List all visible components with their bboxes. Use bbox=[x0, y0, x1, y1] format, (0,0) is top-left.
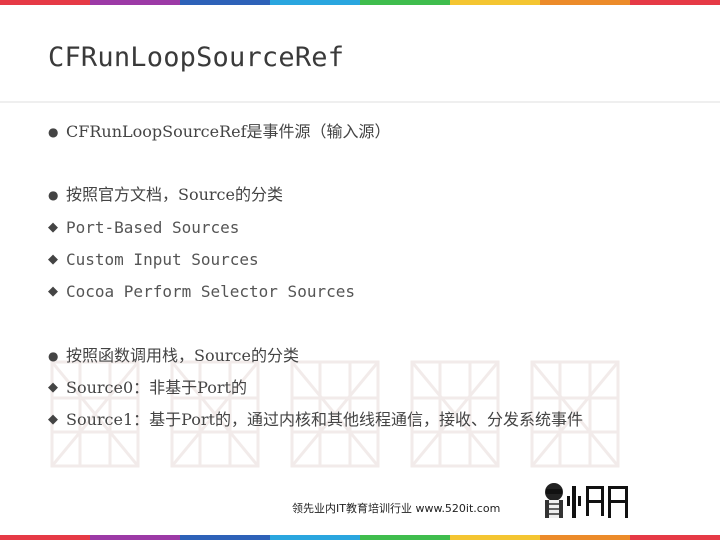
brand-logo bbox=[545, 483, 628, 518]
list-item-text: CFRunLoopSourceRef是事件源（输入源） bbox=[66, 122, 391, 141]
list-item-text: 按照官方文档，Source的分类 bbox=[66, 185, 283, 204]
stripe-segment bbox=[90, 0, 180, 5]
bullet-dot-icon: ● bbox=[48, 349, 59, 363]
bullet-diamond-icon: ◆ bbox=[48, 252, 58, 267]
stripe-segment bbox=[90, 535, 180, 540]
list-item: ◆ Cocoa Perform Selector Sources bbox=[48, 280, 355, 304]
stripe-segment bbox=[270, 0, 360, 5]
stripe-segment bbox=[630, 535, 720, 540]
list-item: ◆ Source1：基于Port的，通过内核和其他线程通信，接收、分发系统事件 bbox=[48, 408, 658, 432]
list-item-text: Cocoa Perform Selector Sources bbox=[66, 282, 355, 301]
bullet-dot-icon: ● bbox=[48, 125, 59, 139]
list-item: ◆ Source0：非基于Port的 bbox=[48, 376, 247, 400]
footer-slogan: 领先业内IT教育培训行业 www.520it.com bbox=[292, 502, 501, 515]
bullet-dot-icon: ● bbox=[48, 188, 59, 202]
top-color-stripe bbox=[0, 0, 720, 5]
list-item: ● 按照函数调用栈，Source的分类 bbox=[48, 344, 299, 368]
stripe-segment bbox=[180, 0, 270, 5]
list-item: ◆ Port-Based Sources bbox=[48, 216, 239, 240]
stripe-segment bbox=[0, 535, 90, 540]
stripe-segment bbox=[360, 535, 450, 540]
stripe-segment bbox=[0, 0, 90, 5]
mascot-icon bbox=[545, 483, 563, 518]
stripe-segment bbox=[540, 0, 630, 5]
stripe-segment bbox=[360, 0, 450, 5]
list-item: ● 按照官方文档，Source的分类 bbox=[48, 183, 283, 207]
stripe-segment bbox=[630, 0, 720, 5]
stripe-segment bbox=[450, 535, 540, 540]
stripe-segment bbox=[450, 0, 540, 5]
slide-title: CFRunLoopSourceRef bbox=[48, 42, 345, 73]
stripe-segment bbox=[270, 535, 360, 540]
list-item: ● CFRunLoopSourceRef是事件源（输入源） bbox=[48, 120, 391, 144]
list-item: ◆ Custom Input Sources bbox=[48, 248, 259, 272]
list-item-text: 按照函数调用栈，Source的分类 bbox=[66, 346, 299, 365]
bullet-diamond-icon: ◆ bbox=[48, 220, 58, 235]
list-item-text: Custom Input Sources bbox=[66, 250, 259, 269]
bullet-diamond-icon: ◆ bbox=[48, 380, 58, 395]
list-item-text: Source0：非基于Port的 bbox=[66, 378, 247, 397]
bottom-color-stripe bbox=[0, 535, 720, 540]
list-item-text: Port-Based Sources bbox=[66, 218, 240, 237]
list-item-text: Source1：基于Port的，通过内核和其他线程通信，接收、分发系统事件 bbox=[66, 410, 583, 429]
bullet-diamond-icon: ◆ bbox=[48, 412, 58, 427]
title-divider bbox=[0, 101, 720, 103]
bullet-diamond-icon: ◆ bbox=[48, 284, 58, 299]
stripe-segment bbox=[180, 535, 270, 540]
stripe-segment bbox=[540, 535, 630, 540]
